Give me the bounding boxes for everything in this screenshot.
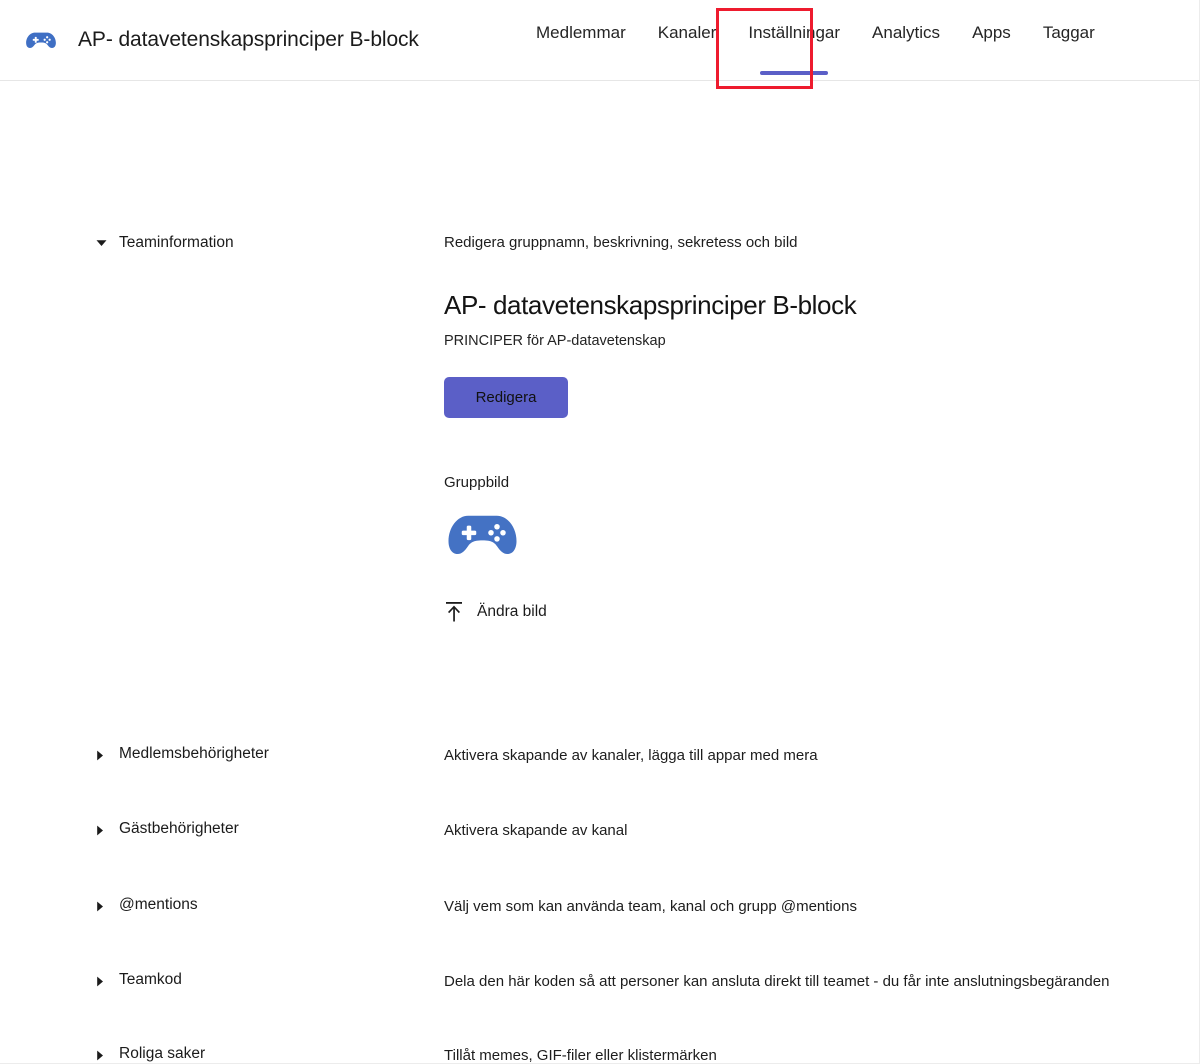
section-body-roliga-saker: Tillåt memes, GIF-filer eller klistermär… xyxy=(444,1044,1199,1064)
team-details: AP- datavetenskapsprinciper B-block PRIN… xyxy=(444,290,1179,624)
tab-label: Analytics xyxy=(872,22,941,42)
change-picture-button[interactable]: Ändra bild xyxy=(444,600,547,624)
section-header-gastbehorigheter[interactable]: Gästbehörigheter xyxy=(0,819,444,841)
settings-content: Teaminformation Redigera gruppnamn, besk… xyxy=(0,81,1199,1064)
section-body-teaminformation: Redigera gruppnamn, beskrivning, sekrete… xyxy=(444,233,1199,624)
section-body-medlemsbehorigheter: Aktivera skapande av kanaler, lägga till… xyxy=(444,744,1199,766)
team-nav-tabs: Medlemmar Kanaler Inställningar Analytic… xyxy=(520,0,1111,81)
tab-label: Inställningar xyxy=(748,22,841,42)
tab-installningar[interactable]: Inställningar xyxy=(732,0,856,81)
group-picture-label: Gruppbild xyxy=(444,474,510,491)
section-header-teamkod[interactable]: Teamkod xyxy=(0,970,444,992)
section-body-gastbehorigheter: Aktivera skapande av kanal xyxy=(444,819,1199,841)
section-title: Gästbehörigheter xyxy=(119,820,239,837)
page-title: AP- datavetenskapsprinciper B-block xyxy=(78,28,419,51)
section-roliga-saker: Roliga saker Tillåt memes, GIF-filer ell… xyxy=(0,992,1199,1064)
tab-apps[interactable]: Apps xyxy=(956,0,1027,81)
section-teamkod: Teamkod Dela den här koden så att person… xyxy=(0,917,1199,992)
section-header-teaminformation[interactable]: Teaminformation xyxy=(0,233,444,624)
gamepad-icon xyxy=(22,21,60,59)
section-description: Redigera gruppnamn, beskrivning, sekrete… xyxy=(444,234,798,251)
chevron-right-icon[interactable] xyxy=(96,1050,108,1061)
section-title: Teamkod xyxy=(119,971,182,988)
tab-label: Apps xyxy=(972,22,1011,42)
tab-medlemmar[interactable]: Medlemmar xyxy=(520,0,642,81)
section-header-medlemsbehorigheter[interactable]: Medlemsbehörigheter xyxy=(0,744,444,766)
section-description: Aktivera skapande av kanaler, lägga till… xyxy=(444,747,818,764)
chevron-right-icon[interactable] xyxy=(96,976,108,987)
section-body-teamkod: Dela den här koden så att personer kan a… xyxy=(444,970,1199,992)
group-description: PRINCIPER för AP-datavetenskap xyxy=(444,333,666,349)
active-tab-indicator xyxy=(760,71,829,75)
section-description: Tillåt memes, GIF-filer eller klistermär… xyxy=(444,1047,717,1064)
section-body-mentions: Välj vem som kan använda team, kanal och… xyxy=(444,895,1199,917)
avatar xyxy=(444,513,528,575)
edit-button[interactable]: Redigera xyxy=(444,377,568,418)
section-description: Dela den här koden så att personer kan a… xyxy=(444,973,1110,990)
group-name: AP- datavetenskapsprinciper B-block xyxy=(444,290,857,320)
upload-icon xyxy=(444,600,464,624)
section-mentions: @mentions Välj vem som kan använda team,… xyxy=(0,841,1199,917)
section-title: Roliga saker xyxy=(119,1045,206,1062)
tab-analytics[interactable]: Analytics xyxy=(856,0,956,81)
team-settings-screen: AP- datavetenskapsprinciper B-block Medl… xyxy=(0,0,1200,1064)
tab-taggar[interactable]: Taggar xyxy=(1027,0,1111,81)
team-brand: AP- datavetenskapsprinciper B-block xyxy=(0,21,419,59)
tab-label: Medlemmar xyxy=(536,22,626,42)
chevron-right-icon[interactable] xyxy=(96,825,108,836)
section-header-roliga-saker[interactable]: Roliga saker xyxy=(0,1044,444,1063)
section-gastbehorigheter: Gästbehörigheter Aktivera skapande av ka… xyxy=(0,766,1199,841)
section-medlemsbehorigheter: Medlemsbehörigheter Aktivera skapande av… xyxy=(0,624,1199,766)
section-description: Välj vem som kan använda team, kanal och… xyxy=(444,898,857,915)
tab-label: Kanaler xyxy=(657,22,717,42)
chevron-right-icon[interactable] xyxy=(96,750,108,761)
change-picture-label: Ändra bild xyxy=(477,603,547,620)
section-header-mentions[interactable]: @mentions xyxy=(0,895,444,917)
tab-kanaler[interactable]: Kanaler xyxy=(642,0,733,81)
app-header: AP- datavetenskapsprinciper B-block Medl… xyxy=(0,0,1199,89)
section-description: Aktivera skapande av kanal xyxy=(444,822,628,839)
section-title: Medlemsbehörigheter xyxy=(119,745,269,762)
chevron-right-icon[interactable] xyxy=(96,901,108,912)
section-title: @mentions xyxy=(119,896,198,913)
section-teaminformation: Teaminformation Redigera gruppnamn, besk… xyxy=(0,81,1199,624)
gamepad-icon xyxy=(444,512,526,577)
tab-label: Taggar xyxy=(1042,22,1095,42)
chevron-down-icon[interactable] xyxy=(96,239,108,247)
section-title: Teaminformation xyxy=(119,234,234,251)
